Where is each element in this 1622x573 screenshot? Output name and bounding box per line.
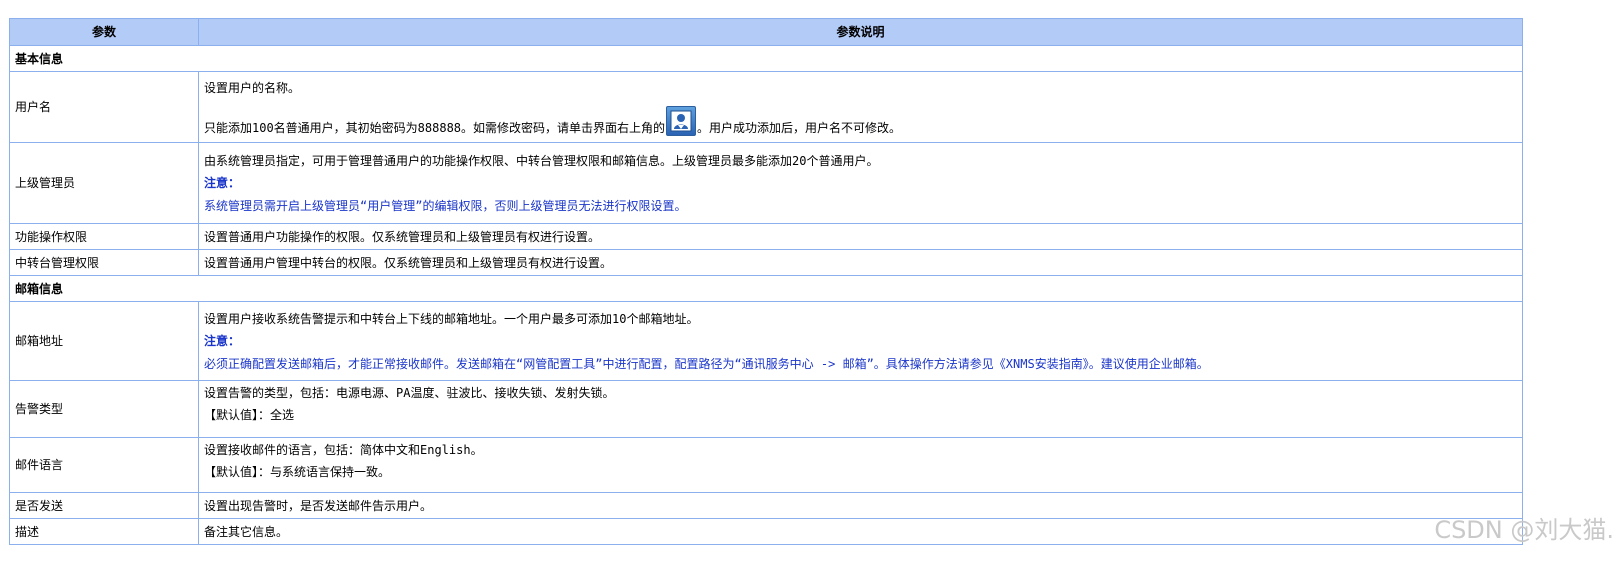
default-value: 【默认值】：全选: [204, 408, 295, 422]
param-desc-desc: 备注其它信息。: [198, 518, 1523, 545]
param-name-supervisor: 上级管理员: [9, 142, 199, 224]
table-row: 功能操作权限 设置普通用户功能操作的权限。仅系统管理员和上级管理员有权进行设置。: [9, 223, 1523, 250]
param-desc-email-addr: 设置用户接收系统告警提示和中转台上下线的邮箱地址。一个用户最多可添加10个邮箱地…: [198, 301, 1523, 381]
table-row: 用户名 设置用户的名称。 只能添加100名普通用户，其初始密码为888888。如…: [9, 71, 1523, 143]
desc-line: 设置告警的类型，包括：电源电源、PA温度、驻波比、接收失锁、发射失锁。: [204, 386, 615, 400]
section-row-mailbox: 邮箱信息: [9, 275, 1523, 302]
param-desc-supervisor: 由系统管理员指定，可用于管理普通用户的功能操作权限、中转台管理权限和邮箱信息。上…: [198, 142, 1523, 224]
param-desc-relay-perm: 设置普通用户管理中转台的权限。仅系统管理员和上级管理员有权进行设置。: [198, 249, 1523, 276]
desc-text: 只能添加100名普通用户，其初始密码为888888。如需修改密码，请单击界面右上…: [204, 121, 666, 135]
desc-line: 备注其它信息。: [204, 524, 289, 539]
watermark: CSDN @刘大猫.: [1434, 516, 1614, 544]
param-desc-alarm-type: 设置告警的类型，包括：电源电源、PA温度、驻波比、接收失锁、发射失锁。 【默认值…: [198, 380, 1523, 438]
param-name-mail-lang: 邮件语言: [9, 437, 199, 493]
note-title: 注意：: [204, 333, 241, 348]
table-row: 描述 备注其它信息。: [9, 518, 1523, 545]
section-title-mailbox: 邮箱信息: [9, 275, 1523, 302]
user-account-icon: [666, 106, 697, 136]
section-row-basic: 基本信息: [9, 45, 1523, 72]
note-title: 注意：: [204, 175, 241, 190]
param-desc-func-perm: 设置普通用户功能操作的权限。仅系统管理员和上级管理员有权进行设置。: [198, 223, 1523, 250]
desc-line: 设置用户接收系统告警提示和中转台上下线的邮箱地址。一个用户最多可添加10个邮箱地…: [204, 311, 699, 326]
desc-line: 设置普通用户管理中转台的权限。仅系统管理员和上级管理员有权进行设置。: [204, 255, 613, 270]
parameter-table: 参数 参数说明 基本信息 用户名 设置用户的名称。 只能添加100名普通用户，其…: [9, 18, 1523, 545]
note-text: 系统管理员需开启上级管理员“用户管理”的编辑权限，否则上级管理员无法进行权限设置…: [204, 198, 687, 213]
table-row: 是否发送 设置出现告警时，是否发送邮件告示用户。: [9, 492, 1523, 519]
param-name-email-addr: 邮箱地址: [9, 301, 199, 381]
header-param: 参数: [9, 18, 199, 46]
param-name-relay-perm: 中转台管理权限: [9, 249, 199, 276]
table-row: 告警类型 设置告警的类型，包括：电源电源、PA温度、驻波比、接收失锁、发射失锁。…: [9, 380, 1523, 438]
desc-line: 设置用户的名称。: [204, 81, 301, 95]
header-param-desc: 参数说明: [198, 18, 1523, 46]
param-name-alarm-type: 告警类型: [9, 380, 199, 438]
param-desc-username: 设置用户的名称。 只能添加100名普通用户，其初始密码为888888。如需修改密…: [198, 71, 1523, 143]
param-name-username: 用户名: [9, 71, 199, 143]
param-desc-mail-lang: 设置接收邮件的语言，包括：简体中文和English。 【默认值】：与系统语言保持…: [198, 437, 1523, 493]
param-desc-send: 设置出现告警时，是否发送邮件告示用户。: [198, 492, 1523, 519]
desc-line: 只能添加100名普通用户，其初始密码为888888。如需修改密码，请单击界面右上…: [204, 106, 1517, 136]
param-name-send: 是否发送: [9, 492, 199, 519]
desc-line: 设置普通用户功能操作的权限。仅系统管理员和上级管理员有权进行设置。: [204, 229, 601, 244]
desc-line: 设置接收邮件的语言，包括：简体中文和English。: [204, 443, 483, 457]
desc-text: 。用户成功添加后，用户名不可修改。: [697, 121, 902, 135]
param-name-func-perm: 功能操作权限: [9, 223, 199, 250]
table-row: 中转台管理权限 设置普通用户管理中转台的权限。仅系统管理员和上级管理员有权进行设…: [9, 249, 1523, 276]
default-value: 【默认值】：与系统语言保持一致。: [204, 465, 391, 479]
table-header-row: 参数 参数说明: [9, 18, 1523, 46]
note-text: 必须正确配置发送邮箱后，才能正常接收邮件。发送邮箱在“网管配置工具”中进行配置，…: [204, 356, 1209, 371]
section-title-basic: 基本信息: [9, 45, 1523, 72]
table-row: 邮件语言 设置接收邮件的语言，包括：简体中文和English。 【默认值】：与系…: [9, 437, 1523, 493]
desc-line: 设置出现告警时，是否发送邮件告示用户。: [204, 498, 433, 513]
param-name-desc: 描述: [9, 518, 199, 545]
desc-line: 由系统管理员指定，可用于管理普通用户的功能操作权限、中转台管理权限和邮箱信息。上…: [204, 153, 879, 168]
table-row: 上级管理员 由系统管理员指定，可用于管理普通用户的功能操作权限、中转台管理权限和…: [9, 142, 1523, 224]
table-row: 邮箱地址 设置用户接收系统告警提示和中转台上下线的邮箱地址。一个用户最多可添加1…: [9, 301, 1523, 381]
